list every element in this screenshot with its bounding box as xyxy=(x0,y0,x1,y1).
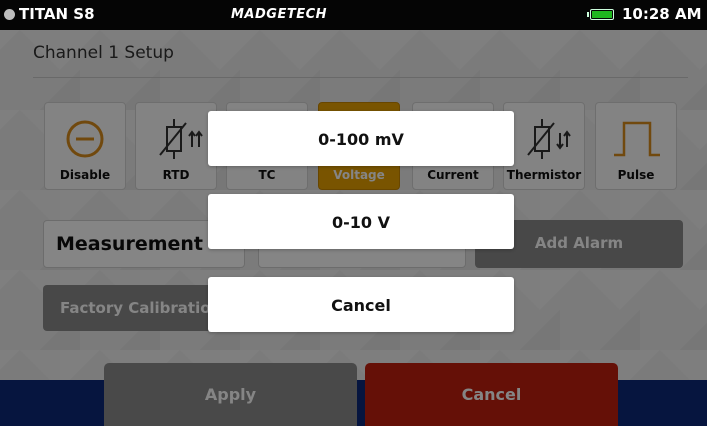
popup-cancel-button[interactable]: Cancel xyxy=(208,277,514,332)
status-bar: TITAN S8 MADGETECH 10:28 AM xyxy=(0,0,707,30)
option-label: 0-100 mV xyxy=(318,130,404,149)
range-option-0-100mv[interactable]: 0-100 mV xyxy=(208,111,514,166)
clock: 10:28 AM xyxy=(622,5,702,23)
battery-icon xyxy=(587,9,614,20)
status-dot-icon xyxy=(4,9,15,20)
popup-cancel-label: Cancel xyxy=(331,296,391,315)
device-name: TITAN S8 xyxy=(19,5,95,23)
range-option-0-10v[interactable]: 0-10 V xyxy=(208,194,514,249)
option-label: 0-10 V xyxy=(332,213,390,232)
brand-logo: MADGETECH xyxy=(231,7,328,22)
